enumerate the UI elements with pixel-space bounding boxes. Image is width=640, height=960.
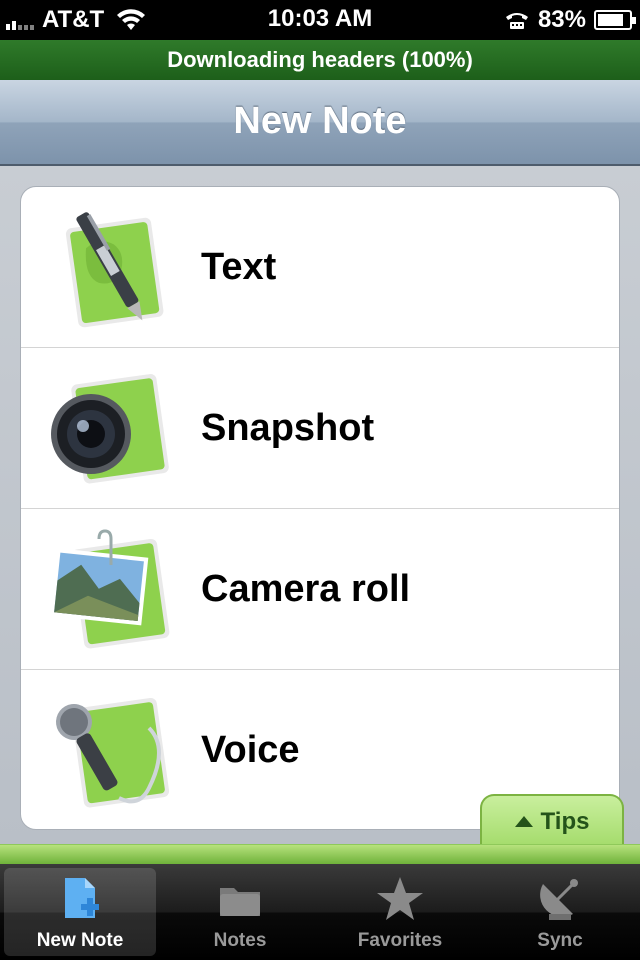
tty-phone-icon [505,13,528,29]
option-label: Voice [201,729,300,771]
tab-favorites[interactable]: Favorites [324,868,476,956]
microphone-note-icon [56,697,170,808]
satellite-dish-icon [540,879,578,920]
option-snapshot[interactable]: Snapshot [21,348,619,509]
tab-label: Notes [213,930,267,951]
tab-notes[interactable]: Notes [164,868,316,956]
tips-button[interactable]: Tips [480,794,624,848]
content-area: Text Snapshot Camera roll Voice [0,166,640,844]
option-text[interactable]: Text [21,187,619,348]
green-accent-strip [0,844,640,864]
arrow-up-icon [514,816,533,827]
tab-bar: New Note Notes Favorites Sync [0,864,640,960]
new-note-options-list: Text Snapshot Camera roll Voice [20,186,620,830]
photo-clip-note-icon [49,529,170,649]
option-label: Snapshot [201,407,375,449]
camera-lens-note-icon [51,374,169,484]
tab-new-note[interactable]: New Note [4,868,156,956]
status-bar: AT&T 10:03 AM 83% [0,0,640,40]
option-label: Text [201,246,277,288]
download-status-banner: Downloading headers (100%) [0,40,640,80]
status-right: 83% [504,6,636,34]
nav-bar: New Note [0,80,640,166]
option-label: Camera roll [201,568,411,610]
tab-label: Sync [537,930,583,951]
tab-label: New Note [36,930,124,951]
new-note-icon [65,878,99,918]
battery-percent: 83% [537,6,586,33]
tab-sync[interactable]: Sync [484,868,636,956]
tips-label: Tips [540,808,590,835]
pen-note-icon [65,212,164,328]
option-camera-roll[interactable]: Camera roll [21,509,619,670]
star-icon [377,877,423,920]
battery-fill [598,14,623,26]
page-title: New Note [233,100,407,142]
folder-icon [220,888,260,916]
battery-icon [594,10,636,30]
tab-label: Favorites [357,930,443,951]
